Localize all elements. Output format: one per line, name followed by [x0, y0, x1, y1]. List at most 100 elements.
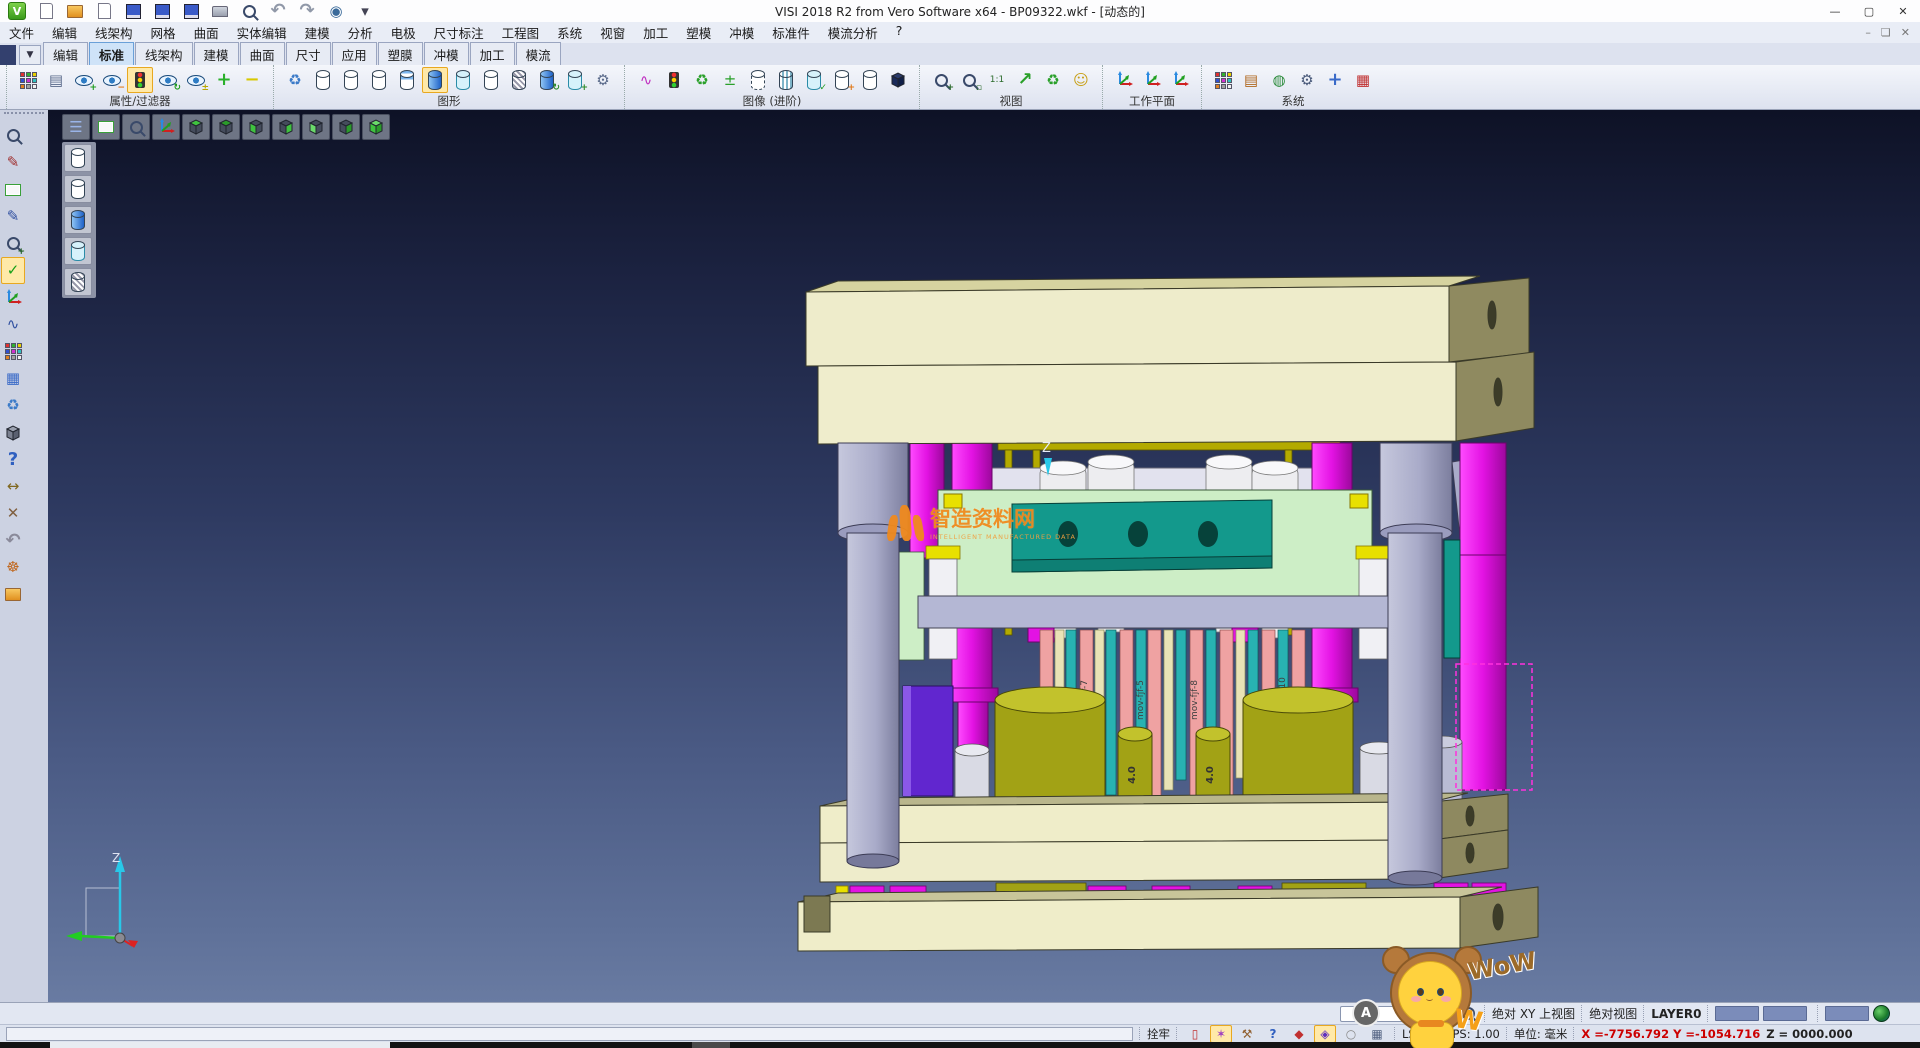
minimize-button[interactable]: —: [1818, 1, 1852, 22]
remove-from-view[interactable]: −: [239, 67, 265, 93]
striped-cylinder[interactable]: [773, 67, 799, 93]
search-icon[interactable]: [1458, 1004, 1478, 1024]
advanced-filter-traffic-light[interactable]: [661, 67, 687, 93]
view-back[interactable]: [332, 114, 360, 140]
tab-dropdown-button[interactable]: ▼: [19, 45, 41, 65]
tab-加工[interactable]: 加工: [470, 42, 515, 65]
menu-item-工程图[interactable]: 工程图: [493, 21, 549, 44]
refresh-visibility[interactable]: ↻: [155, 67, 181, 93]
menu-item-编辑[interactable]: 编辑: [43, 21, 86, 44]
dynamic-section[interactable]: ∿: [633, 67, 659, 93]
workplane-set[interactable]: [1139, 67, 1165, 93]
add-solid-display[interactable]: +: [562, 67, 588, 93]
section-cylinder[interactable]: [745, 67, 771, 93]
show-entities[interactable]: +: [71, 67, 97, 93]
tab-编辑[interactable]: 编辑: [43, 42, 88, 65]
workplane-cube-tool[interactable]: ◈: [1314, 1025, 1336, 1043]
regen-graphics[interactable]: ♻: [282, 67, 308, 93]
hide-entities[interactable]: −: [99, 67, 125, 93]
view-axis[interactable]: [152, 114, 180, 140]
shaded-wire-mode[interactable]: [394, 67, 420, 93]
select-zoom[interactable]: [1, 122, 25, 149]
menu-item-?[interactable]: ?: [887, 21, 912, 44]
shade-translucent[interactable]: [64, 237, 92, 265]
magic-wand-tool[interactable]: ✶: [1210, 1025, 1232, 1043]
solid-shadow-cube[interactable]: [885, 67, 911, 93]
layer-manager[interactable]: [1, 338, 25, 365]
confirm-selection[interactable]: ✓: [1, 257, 25, 284]
command-input-field[interactable]: [6, 1027, 1133, 1041]
view-iso[interactable]: [362, 114, 390, 140]
sidebar-grip[interactable]: [4, 112, 44, 119]
menu-item-模流分析[interactable]: 模流分析: [819, 21, 887, 44]
fit-view[interactable]: [92, 114, 120, 140]
workplane-align[interactable]: [1167, 67, 1193, 93]
dashed-hidden-mode[interactable]: [366, 67, 392, 93]
window-settings[interactable]: ⚙: [1294, 67, 1320, 93]
shade-wireframe[interactable]: [64, 144, 92, 172]
ghost-mode[interactable]: [478, 67, 504, 93]
context-help[interactable]: ?: [1, 446, 25, 473]
viewport-menu[interactable]: ☰: [62, 114, 90, 140]
menu-item-曲面[interactable]: 曲面: [185, 21, 228, 44]
tab-冲模[interactable]: 冲模: [424, 42, 469, 65]
display-properties[interactable]: [15, 67, 41, 93]
menu-item-电极[interactable]: 电极: [382, 21, 425, 44]
lock-label[interactable]: 拴牢: [1147, 1026, 1170, 1042]
shade-solid[interactable]: [64, 206, 92, 234]
doc-minimize-button[interactable]: –: [1865, 26, 1871, 39]
menu-item-实体编辑[interactable]: 实体编辑: [228, 21, 296, 44]
validate-solid[interactable]: ✓: [801, 67, 827, 93]
doc-restore-button[interactable]: ❏: [1881, 26, 1891, 39]
menu-item-冲模[interactable]: 冲模: [720, 21, 763, 44]
edit-spline[interactable]: ∿: [1, 311, 25, 338]
zoom-window[interactable]: ▫: [956, 67, 982, 93]
pane-window[interactable]: ▦: [1, 365, 25, 392]
menu-item-尺寸标注[interactable]: 尺寸标注: [425, 21, 493, 44]
navigation-wheel[interactable]: ☸: [1, 554, 25, 581]
refresh-view[interactable]: ♻: [1040, 67, 1066, 93]
shade-hidden-line[interactable]: [64, 175, 92, 203]
globe-icon[interactable]: [1873, 1005, 1890, 1022]
menu-item-视窗[interactable]: 视窗: [591, 21, 634, 44]
context-help-status[interactable]: ?: [1262, 1025, 1284, 1043]
tab-塑膜[interactable]: 塑膜: [378, 42, 423, 65]
toggle-visibility[interactable]: ±: [183, 67, 209, 93]
menu-item-标准件[interactable]: 标准件: [763, 21, 819, 44]
undo-action[interactable]: ↶: [1, 527, 25, 554]
select-window[interactable]: [1, 176, 25, 203]
zoom-1-1[interactable]: 1:1: [984, 67, 1010, 93]
view-mode-label[interactable]: 绝对视图: [1589, 1005, 1637, 1022]
regen-solids[interactable]: ↻: [534, 67, 560, 93]
measure-distance[interactable]: ↔: [1, 473, 25, 500]
tag-solid[interactable]: +: [829, 67, 855, 93]
tab-尺寸[interactable]: 尺寸: [286, 42, 331, 65]
menu-item-文件[interactable]: 文件: [0, 21, 43, 44]
zoom-view[interactable]: [122, 114, 150, 140]
zoom-dynamic[interactable]: +: [1, 230, 25, 257]
view-lock-label[interactable]: 绝对 XY 上视图: [1492, 1005, 1575, 1022]
layer-indicator[interactable]: LAYER0: [1651, 1007, 1701, 1021]
view-left[interactable]: [242, 114, 270, 140]
workplane-origin[interactable]: [1111, 67, 1137, 93]
build-tool[interactable]: ⚒: [1236, 1025, 1258, 1043]
shade-hatched[interactable]: [64, 268, 92, 296]
package-tool[interactable]: ◆: [1288, 1025, 1310, 1043]
selection-filter-traffic-light[interactable]: [127, 67, 153, 93]
close-button[interactable]: ✕: [1886, 1, 1920, 22]
grid-window-tool[interactable]: ▦: [1366, 1025, 1388, 1043]
display-settings[interactable]: ⚙: [590, 67, 616, 93]
wireframe-mode[interactable]: [310, 67, 336, 93]
view-orient-face[interactable]: ☺: [1068, 67, 1094, 93]
3d-viewport[interactable]: mov-fjf-7 mov-fjf-5 mov-fjf-8 mov-fjf-10: [48, 110, 1920, 1002]
compare-image[interactable]: ±: [717, 67, 743, 93]
view-top[interactable]: [182, 114, 210, 140]
erase-entities[interactable]: ✎: [1, 149, 25, 176]
menu-item-塑模[interactable]: 塑模: [677, 21, 720, 44]
system-options-globe[interactable]: ◍: [1266, 67, 1292, 93]
solid-preview-cube[interactable]: [1, 419, 25, 446]
menu-item-分析[interactable]: 分析: [339, 21, 382, 44]
lamp-tool[interactable]: ○: [1340, 1025, 1362, 1043]
keyboard-grid[interactable]: ▦: [1350, 67, 1376, 93]
color-palette[interactable]: [1210, 67, 1236, 93]
